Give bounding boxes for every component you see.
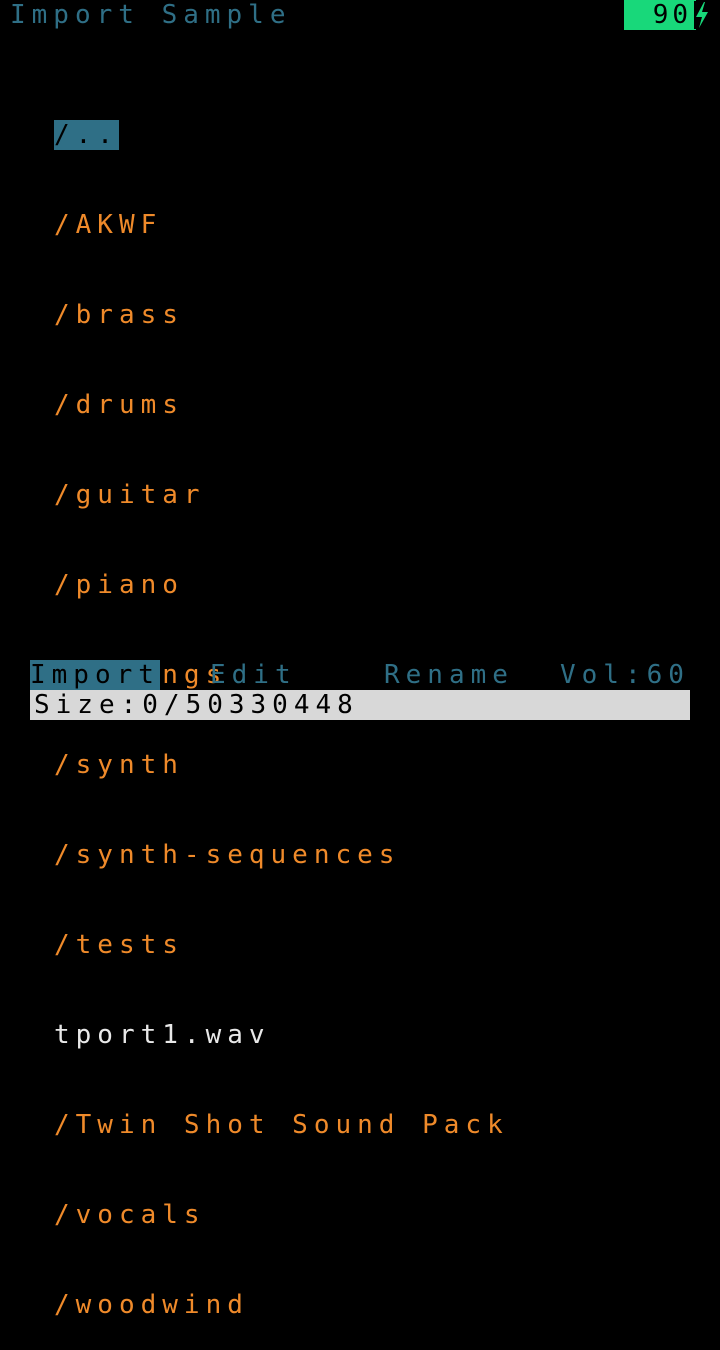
list-item[interactable]: /AKWF <box>54 210 509 240</box>
file-entry-parent[interactable]: /.. <box>54 120 119 150</box>
folder-entry[interactable]: /AKWF <box>54 210 162 240</box>
folder-entry[interactable]: /Twin Shot Sound Pack <box>54 1110 509 1140</box>
folder-entry[interactable]: /synth-sequences <box>54 840 400 870</box>
size-readout: Size:0/50330448 <box>34 690 359 720</box>
list-item[interactable]: /.. <box>54 120 509 150</box>
folder-entry[interactable]: /piano <box>54 570 184 600</box>
list-item[interactable]: /brass <box>54 300 509 330</box>
file-entry[interactable]: tport1.wav <box>54 1020 271 1050</box>
list-item[interactable]: /guitar <box>54 480 509 510</box>
menu-bar: Import Edit Rename Vol:60 <box>30 660 690 690</box>
folder-entry[interactable]: /brass <box>54 300 184 330</box>
list-item[interactable]: /piano <box>54 570 509 600</box>
edit-menu-button[interactable]: Edit <box>210 660 297 690</box>
page-title: Import Sample <box>10 0 292 30</box>
charging-bolt-icon <box>694 1 710 29</box>
list-item[interactable]: /Twin Shot Sound Pack <box>54 1110 509 1140</box>
list-item[interactable]: tport1.wav <box>54 1020 509 1050</box>
list-item[interactable]: /tests <box>54 930 509 960</box>
list-item[interactable]: /synth-sequences <box>54 840 509 870</box>
rename-menu-button[interactable]: Rename <box>384 660 514 690</box>
list-item[interactable]: /woodwind <box>54 1290 509 1320</box>
list-item[interactable]: /vocals <box>54 1200 509 1230</box>
import-menu-button[interactable]: Import <box>30 660 160 690</box>
folder-entry[interactable]: /woodwind <box>54 1290 249 1320</box>
folder-entry[interactable]: /guitar <box>54 480 206 510</box>
folder-entry[interactable]: /vocals <box>54 1200 206 1230</box>
folder-entry[interactable]: /tests <box>54 930 184 960</box>
list-item[interactable]: /synth <box>54 750 509 780</box>
status-bar: Size:0/50330448 <box>30 690 690 720</box>
folder-entry[interactable]: /synth <box>54 750 184 780</box>
folder-entry[interactable]: /drums <box>54 390 184 420</box>
battery-indicator: 90 <box>624 0 696 30</box>
battery-level: 90 <box>652 0 692 30</box>
volume-control[interactable]: Vol:60 <box>560 660 690 690</box>
list-item[interactable]: /drums <box>54 390 509 420</box>
